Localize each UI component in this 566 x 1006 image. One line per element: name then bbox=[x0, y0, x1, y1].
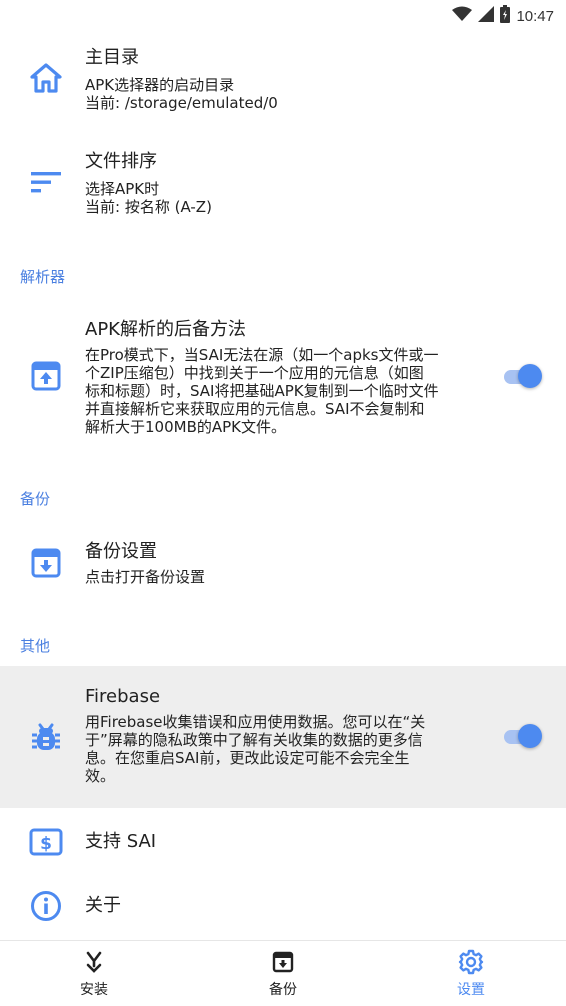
pref-summary: APK选择器的启动目录 当前: /storage/emulated/0 bbox=[85, 76, 486, 112]
parser-fallback-toggle[interactable] bbox=[502, 363, 542, 389]
nav-settings[interactable]: 设置 bbox=[421, 947, 521, 999]
toggle-thumb bbox=[518, 364, 542, 388]
pref-title: 支持 SAI bbox=[85, 831, 157, 852]
summary-line: 当前: 按名称 (A-Z) bbox=[85, 198, 212, 216]
pref-title: 文件排序 bbox=[85, 151, 157, 172]
summary-line: 在Pro模式下，当SAI无法在源（如一个apks文件或一 bbox=[85, 346, 439, 364]
summary-line: 用Firebase收集错误和应用使用数据。您可以在“关 bbox=[85, 713, 426, 731]
summary-line: 个ZIP压缩包）中找到关于一个应用的元信息（如图 bbox=[85, 364, 424, 382]
pref-firebase[interactable]: Firebase 用Firebase收集错误和应用使用数据。您可以在“关 于”屏… bbox=[0, 666, 566, 808]
summary-line: 息。在您重启SAI前，更改此设定可能不会完全生 bbox=[85, 749, 410, 767]
pref-about[interactable]: 关于 bbox=[0, 876, 566, 936]
pref-summary: 用Firebase收集错误和应用使用数据。您可以在“关 于”屏幕的隐私政策中了解… bbox=[85, 713, 486, 785]
toggle-thumb bbox=[518, 724, 542, 748]
status-bar: 10:47 bbox=[0, 0, 566, 32]
summary-line: 当前: /storage/emulated/0 bbox=[85, 94, 278, 112]
nav-install-label: 安装 bbox=[80, 982, 108, 998]
summary-line: 并直接解析它来获取应用的元信息。SAI不会复制和 bbox=[85, 400, 425, 418]
signal-icon bbox=[478, 6, 495, 26]
pref-summary: 点击打开备份设置 bbox=[85, 568, 486, 586]
install-icon bbox=[44, 947, 144, 977]
sort-icon bbox=[28, 164, 64, 200]
battery-icon bbox=[500, 5, 511, 27]
home-icon bbox=[28, 60, 64, 96]
archive-icon bbox=[233, 947, 333, 977]
bottom-nav: 安装 备份 设置 bbox=[0, 940, 566, 1006]
pref-home-dir[interactable]: 主目录 APK选择器的启动目录 当前: /storage/emulated/0 bbox=[0, 38, 566, 122]
nav-settings-label: 设置 bbox=[457, 982, 485, 998]
pref-title: APK解析的后备方法 bbox=[85, 319, 246, 340]
summary-line: 效。 bbox=[85, 767, 116, 785]
category-parser: 解析器 bbox=[20, 268, 66, 286]
svg-text:$: $ bbox=[40, 834, 52, 854]
pref-file-sort[interactable]: 文件排序 选择APK时 当前: 按名称 (A-Z) bbox=[0, 140, 566, 224]
nav-backup-label: 备份 bbox=[269, 982, 297, 998]
summary-line: 于”屏幕的隐私政策中了解有关收集的数据的更多信 bbox=[85, 731, 423, 749]
pref-backup-settings[interactable]: 备份设置 点击打开备份设置 bbox=[0, 526, 566, 600]
pref-summary: 选择APK时 当前: 按名称 (A-Z) bbox=[85, 180, 486, 216]
status-icons: 10:47 bbox=[452, 5, 554, 27]
pref-title: 备份设置 bbox=[85, 541, 157, 562]
archive-download-icon bbox=[28, 545, 64, 581]
summary-line: 标和标题）时，SAI将把基础APK复制到一个临时文件 bbox=[85, 382, 439, 400]
summary-line: 解析大于100MB的APK文件。 bbox=[85, 418, 287, 436]
nav-backup[interactable]: 备份 bbox=[233, 947, 333, 999]
summary-line: APK选择器的启动目录 bbox=[85, 76, 235, 94]
wifi-icon bbox=[452, 6, 473, 26]
nav-install[interactable]: 安装 bbox=[44, 947, 144, 999]
bug-icon bbox=[28, 718, 64, 754]
status-time: 10:47 bbox=[516, 7, 554, 25]
pref-title: 主目录 bbox=[85, 47, 139, 68]
info-icon bbox=[28, 888, 64, 924]
upload-box-icon bbox=[28, 358, 64, 394]
pref-title: Firebase bbox=[85, 686, 161, 707]
pref-parser-fallback[interactable]: APK解析的后备方法 在Pro模式下，当SAI无法在源（如一个apks文件或一 … bbox=[0, 304, 566, 454]
pref-support[interactable]: $ 支持 SAI bbox=[0, 812, 566, 872]
category-other: 其他 bbox=[20, 637, 51, 655]
category-backup: 备份 bbox=[20, 490, 51, 508]
pref-title: 关于 bbox=[85, 895, 121, 916]
gear-icon bbox=[421, 947, 521, 977]
firebase-toggle[interactable] bbox=[502, 723, 542, 749]
pref-summary: 在Pro模式下，当SAI无法在源（如一个apks文件或一 个ZIP压缩包）中找到… bbox=[85, 346, 486, 436]
summary-line: 点击打开备份设置 bbox=[85, 568, 206, 586]
dollar-icon: $ bbox=[28, 824, 64, 860]
summary-line: 选择APK时 bbox=[85, 180, 160, 198]
